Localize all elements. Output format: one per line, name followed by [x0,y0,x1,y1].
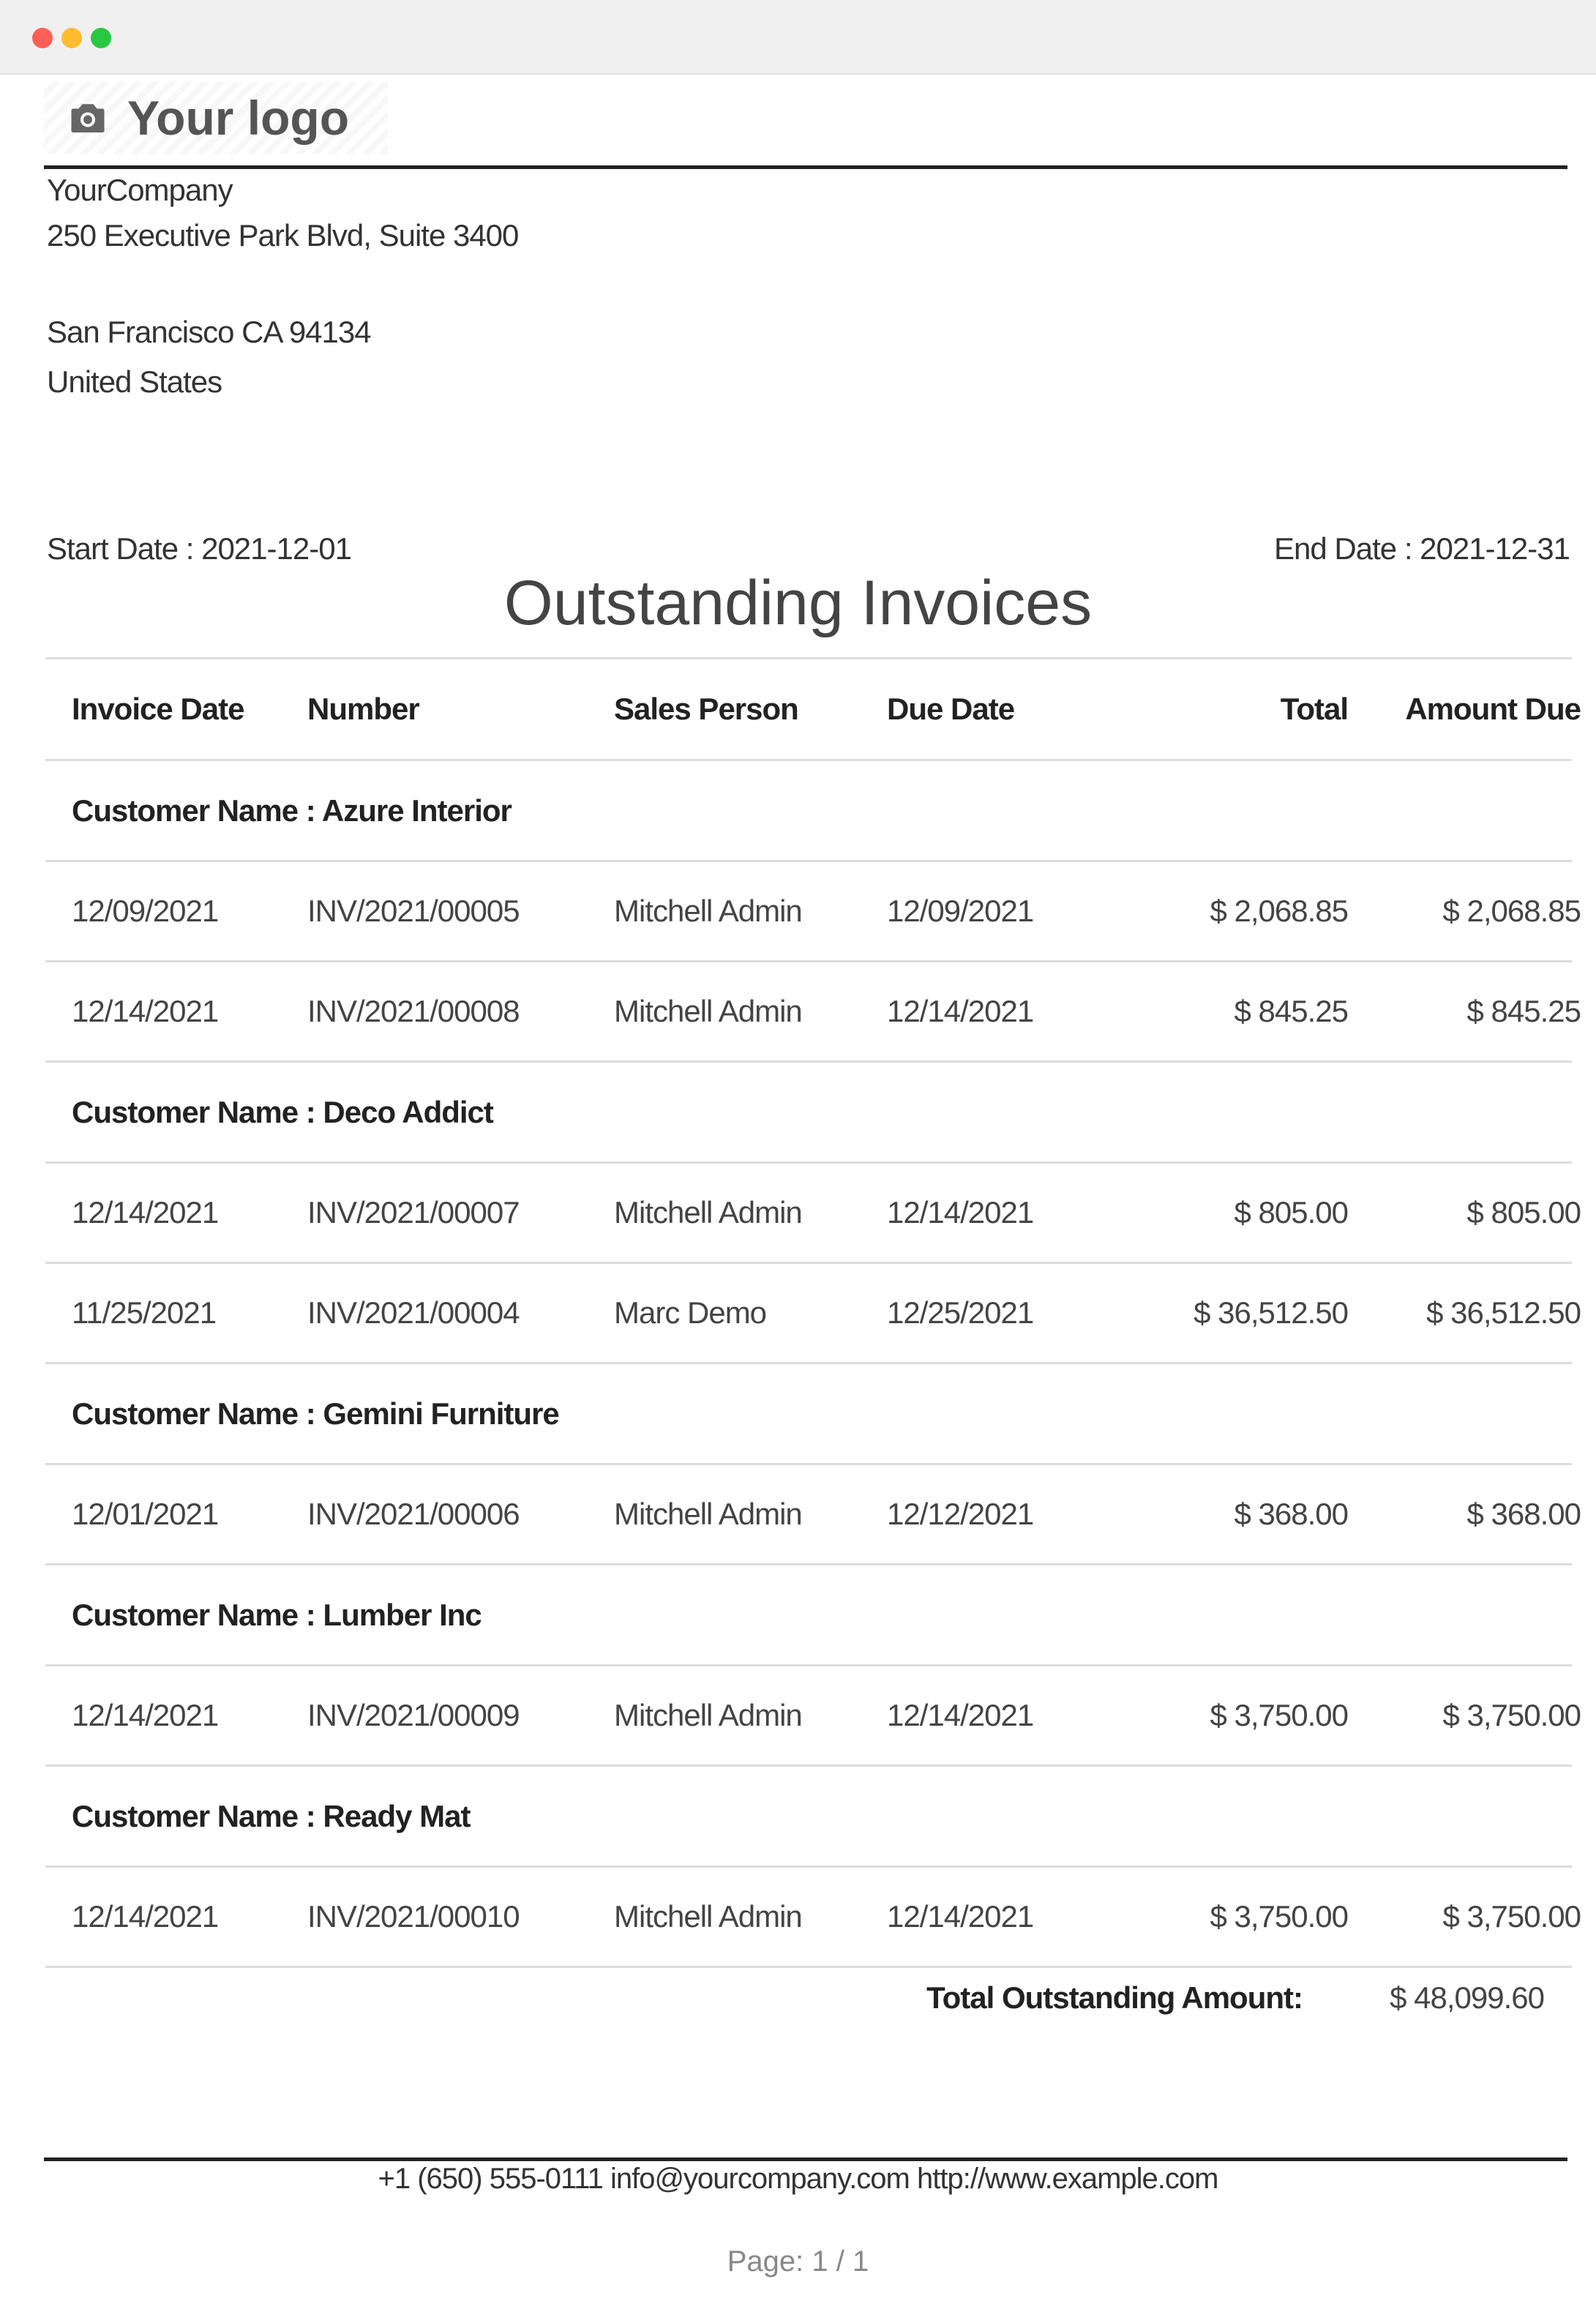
column-header-invoice-date: Invoice Date [72,692,244,726]
customer-group-row: Customer Name : Lumber Inc [45,1565,1572,1666]
cell-sales-person: Mitchell Admin [614,1899,803,1934]
cell-total: $ 3,750.00 [1210,1899,1349,1934]
company-street: 250 Executive Park Blvd, Suite 3400 [47,218,519,252]
total-label: Total Outstanding Amount: [926,1980,1303,2015]
column-header-total: Total [1280,692,1349,726]
total-value: $ 48,099.60 [1390,1980,1545,2015]
company-city: San Francisco CA 94134 [47,315,372,349]
cell-amount-due: $ 36,512.50 [1426,1295,1581,1330]
start-date: Start Date : 2021-12-01 [47,531,352,566]
cell-due-date: 12/25/2021 [887,1295,1034,1330]
cell-sales-person: Mitchell Admin [614,994,803,1028]
cell-total: $ 805.00 [1234,1195,1349,1230]
customer-name: Customer Name : Gemini Furniture [72,1396,560,1431]
cell-amount-due: $ 2,068.85 [1442,894,1581,928]
customer-name: Customer Name : Azure Interior [72,793,512,828]
cell-total: $ 2,068.85 [1210,894,1349,928]
invoice-row[interactable]: 12/14/2021 INV/2021/00009 Mitchell Admin 12… [45,1666,1581,1767]
cell-sales-person: Marc Demo [614,1295,767,1330]
cell-due-date: 12/09/2021 [887,894,1034,928]
cell-invoice-date: 12/14/2021 [72,1698,219,1732]
cell-amount-due: $ 805.00 [1466,1195,1582,1230]
invoice-row[interactable]: 12/14/2021 INV/2021/00010 Mitchell Admin 12… [45,1868,1581,1968]
cell-sales-person: Mitchell Admin [614,894,803,928]
cell-total: $ 845.25 [1234,994,1349,1028]
cell-due-date: 12/14/2021 [887,994,1034,1028]
column-header-due-date: Due Date [887,692,1015,726]
cell-total: $ 368.00 [1234,1497,1349,1531]
customer-group-row: Customer Name : Ready Mat [45,1767,1572,1868]
cell-due-date: 12/14/2021 [887,1698,1034,1732]
cell-amount-due: $ 3,750.00 [1442,1698,1581,1732]
invoice-table: Invoice Date Number Sales Person Due Date To… [45,657,1581,1968]
total-row: Total Outstanding Amount: $ 48,099.60 [0,1961,1596,2035]
cell-invoice-date: 12/14/2021 [72,1195,219,1230]
cell-total: $ 3,750.00 [1210,1698,1349,1732]
cell-number: INV/2021/00009 [307,1698,520,1732]
customer-group-row: Customer Name : Azure Interior [45,761,1572,862]
invoice-row[interactable]: 12/14/2021 INV/2021/00008 Mitchell Admin 12… [45,962,1581,1063]
cell-number: INV/2021/00010 [307,1899,520,1934]
company-name: YourCompany [47,173,233,207]
maximize-window-button[interactable] [91,28,111,48]
cell-invoice-date: 12/01/2021 [72,1497,219,1531]
cell-invoice-date: 12/14/2021 [72,1899,219,1934]
cell-number: INV/2021/00005 [307,894,520,928]
cell-invoice-date: 11/25/2021 [72,1295,217,1330]
window-titlebar [0,0,1596,75]
invoice-row[interactable]: 12/09/2021 INV/2021/00005 Mitchell Admin 12… [45,862,1581,962]
page-number: Page: 1 / 1 [727,2245,869,2278]
cell-number: INV/2021/00008 [307,994,520,1028]
column-header-sales-person: Sales Person [614,692,799,726]
cell-due-date: 12/12/2021 [887,1497,1034,1531]
cell-sales-person: Mitchell Admin [614,1698,803,1732]
footer-contact: +1 (650) 555-0111 info@yourcompany.com h… [378,2163,1219,2195]
close-window-button[interactable] [32,28,53,48]
customer-group-row: Customer Name : Deco Addict [45,1063,1572,1164]
cell-sales-person: Mitchell Admin [614,1195,803,1230]
logo-text: Your logo [127,91,350,145]
cell-invoice-date: 12/14/2021 [72,994,219,1028]
invoice-row[interactable]: 12/14/2021 INV/2021/00007 Mitchell Admin 12… [45,1164,1581,1264]
cell-amount-due: $ 845.25 [1466,994,1582,1028]
cell-number: INV/2021/00007 [307,1195,520,1230]
column-header-amount-due: Amount Due [1405,692,1581,726]
company-country: United States [47,364,222,399]
report-title: Outstanding Invoices [503,568,1093,638]
minimize-window-button[interactable] [61,28,82,48]
cell-due-date: 12/14/2021 [887,1195,1034,1230]
cell-number: INV/2021/00006 [307,1497,520,1531]
cell-amount-due: $ 3,750.00 [1442,1899,1581,1934]
invoice-row[interactable]: 12/01/2021 INV/2021/00006 Mitchell Admin 12… [45,1465,1581,1565]
column-header-number: Number [307,692,420,726]
cell-amount-due: $ 368.00 [1466,1497,1582,1531]
company-logo: Your logo [44,82,388,154]
invoice-row[interactable]: 11/25/2021 INV/2021/00004 Marc Demo 12/25/2… [45,1264,1581,1364]
table-header-row: Invoice Date Number Sales Person Due Date To… [45,657,1581,761]
footer-divider [44,2158,1567,2161]
cell-number: INV/2021/00004 [307,1295,520,1330]
cell-due-date: 12/14/2021 [887,1899,1034,1934]
end-date: End Date : 2021-12-31 [1274,531,1570,566]
camera-icon [66,96,110,140]
cell-sales-person: Mitchell Admin [614,1497,803,1531]
customer-name: Customer Name : Ready Mat [72,1798,471,1833]
customer-group-row: Customer Name : Gemini Furniture [45,1364,1572,1465]
header-divider [44,165,1567,169]
customer-name: Customer Name : Lumber Inc [72,1597,482,1632]
customer-name: Customer Name : Deco Addict [72,1094,494,1129]
cell-total: $ 36,512.50 [1194,1295,1349,1330]
cell-invoice-date: 12/09/2021 [72,894,219,928]
